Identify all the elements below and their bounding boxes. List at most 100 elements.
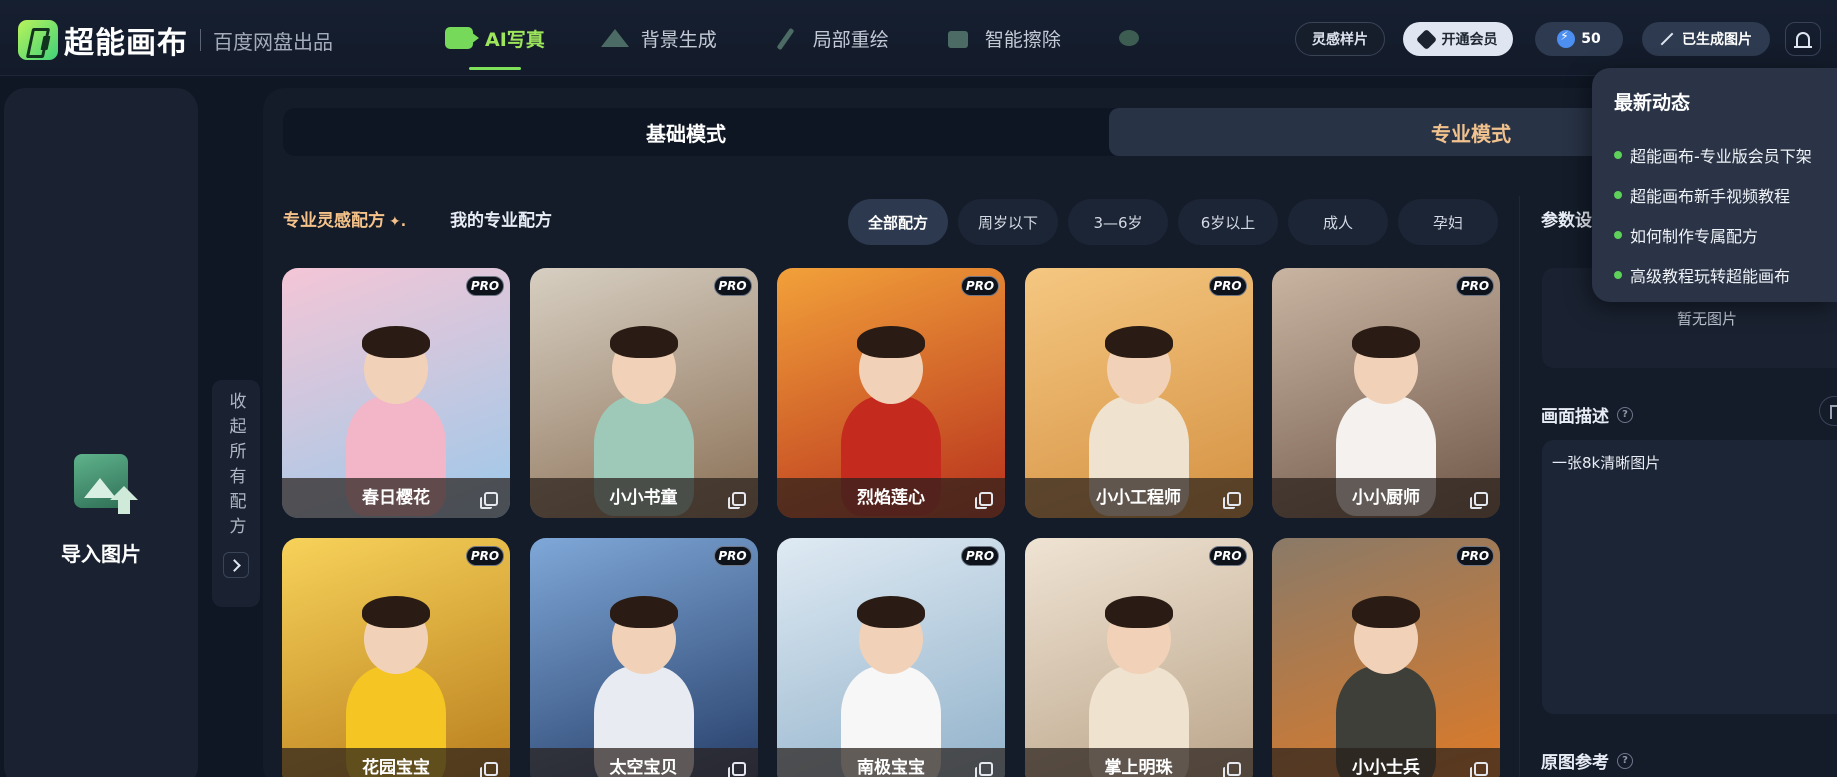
status-dot-icon xyxy=(1614,191,1622,199)
age-filter-group: 全部配方 周岁以下 3—6岁 6岁以上 成人 孕妇 xyxy=(848,199,1508,245)
recipe-card[interactable]: PRO 太空宝贝 xyxy=(529,538,758,777)
description-title: 画面描述 xyxy=(1541,407,1609,427)
status-dot-icon xyxy=(1614,231,1622,239)
figure-hair xyxy=(362,596,430,628)
recipe-card-title: 小小书童 xyxy=(609,488,678,508)
brand-logo[interactable]: 超能画布 百度网盘出品 xyxy=(18,18,333,62)
help-icon[interactable]: ? xyxy=(1617,406,1633,423)
help-icon[interactable]: ? xyxy=(1617,752,1633,769)
description-side-tab[interactable] xyxy=(1819,396,1837,426)
recipe-card-title: 小小士兵 xyxy=(1352,758,1420,777)
news-popover: 最新动态 超能画布-专业版会员下架 超能画布新手视频教程 如何制作专属配方 高级… xyxy=(1592,68,1837,302)
pro-badge: PRO xyxy=(466,546,504,566)
tab-basic-mode[interactable]: 基础模式 xyxy=(283,108,1089,156)
filter-under-one[interactable]: 周岁以下 xyxy=(958,199,1058,245)
magic-wand-icon xyxy=(1660,32,1674,46)
recipe-card[interactable]: PRO 掌上明珠 xyxy=(1024,538,1253,777)
nav-more[interactable] xyxy=(1117,0,1157,76)
news-item[interactable]: 超能画布-专业版会员下架 xyxy=(1614,135,1837,175)
tab-pro-inspiration-recipes-label: 专业灵感配方 xyxy=(283,211,385,231)
recipe-card[interactable]: PRO 小小书童 xyxy=(529,268,758,518)
tab-my-pro-recipes[interactable]: 我的专业配方 xyxy=(450,206,552,231)
pro-badge: PRO xyxy=(713,276,752,296)
figure-hair xyxy=(1104,326,1173,358)
main-nav: AI写真 背景生成 局部重绘 智能擦除 xyxy=(445,0,1213,76)
description-textarea[interactable]: 一张8k清晰图片 8 / xyxy=(1542,440,1837,714)
news-item-label: 超能画布新手视频教程 xyxy=(1630,187,1791,206)
nav-inpaint[interactable]: 局部重绘 xyxy=(773,0,889,76)
copy-icon[interactable] xyxy=(975,762,993,777)
copy-icon[interactable] xyxy=(480,762,498,777)
filter-adult[interactable]: 成人 xyxy=(1288,199,1388,245)
chevron-right-icon[interactable] xyxy=(223,552,249,578)
pro-badge: PRO xyxy=(961,276,999,296)
recipe-card[interactable]: PRO 小小工程师 xyxy=(1024,268,1253,518)
recipe-thumbnail xyxy=(282,538,510,777)
open-vip-button[interactable]: 开通会员 xyxy=(1403,22,1513,56)
recipe-card[interactable]: PRO 小小厨师 xyxy=(1272,268,1500,518)
copy-icon[interactable] xyxy=(975,492,993,509)
recipe-card[interactable]: PRO 小小士兵 xyxy=(1272,538,1500,777)
copy-icon[interactable] xyxy=(1470,492,1488,509)
figure-hair xyxy=(857,596,925,628)
brush-icon xyxy=(773,27,801,49)
original-reference-title: 原图参考 xyxy=(1541,753,1609,773)
collapse-all-recipes-button[interactable]: 收起所有配方 xyxy=(212,380,260,607)
recipe-card[interactable]: PRO 南极宝宝 xyxy=(777,538,1005,777)
points-button[interactable]: 50 xyxy=(1535,22,1623,56)
nav-smart-erase[interactable]: 智能擦除 xyxy=(945,0,1061,76)
description-heading: 画面描述 ? xyxy=(1541,402,1633,427)
brand-name: 超能画布 xyxy=(64,26,188,61)
brand-divider xyxy=(200,29,201,51)
news-item[interactable]: 高级教程玩转超能画布 xyxy=(1614,255,1837,295)
ai-portrait-icon xyxy=(445,27,479,49)
figure-hair xyxy=(609,326,678,358)
recipe-card-title: 小小厨师 xyxy=(1352,488,1420,508)
copy-icon[interactable] xyxy=(727,762,746,777)
recipe-thumbnail xyxy=(1272,538,1500,777)
recipe-card-title: 花园宝宝 xyxy=(362,758,430,777)
import-panel[interactable]: 导入图片 xyxy=(4,88,198,777)
figure-hair xyxy=(1352,326,1420,358)
diamond-icon xyxy=(1415,28,1437,50)
recipe-card[interactable]: PRO 花园宝宝 xyxy=(282,538,510,777)
copy-icon[interactable] xyxy=(480,492,498,509)
news-item[interactable]: 超能画布新手视频教程 xyxy=(1614,175,1837,215)
figure-hair xyxy=(1104,596,1173,628)
pro-badge: PRO xyxy=(1456,276,1494,296)
pro-badge: PRO xyxy=(1208,276,1247,296)
pro-badge: PRO xyxy=(1208,546,1247,566)
nav-smart-erase-label: 智能擦除 xyxy=(984,28,1061,51)
news-title: 最新动态 xyxy=(1614,92,1691,114)
filter-3-6[interactable]: 3—6岁 xyxy=(1068,199,1168,245)
pro-badge: PRO xyxy=(1456,546,1494,566)
eraser-icon xyxy=(945,27,973,49)
recipe-card-title: 太空宝贝 xyxy=(609,758,678,777)
pro-badge: PRO xyxy=(466,276,504,296)
recipe-thumbnail xyxy=(1024,538,1253,777)
recipe-card-title: 南极宝宝 xyxy=(857,758,925,777)
copy-icon[interactable] xyxy=(1222,762,1241,777)
description-text: 一张8k清晰图片 xyxy=(1552,454,1661,472)
upload-arrow-icon xyxy=(110,486,138,516)
copy-icon[interactable] xyxy=(727,492,746,509)
pro-badge: PRO xyxy=(713,546,752,566)
recipe-card[interactable]: PRO 烈焰莲心 xyxy=(777,268,1005,518)
filter-pregnant[interactable]: 孕妇 xyxy=(1398,199,1498,245)
nav-background-generate[interactable]: 背景生成 xyxy=(600,0,717,76)
news-item[interactable]: 如何制作专属配方 xyxy=(1614,215,1837,255)
inspiration-samples-button[interactable]: 灵感样片 xyxy=(1295,22,1385,56)
recipe-card[interactable]: PRO 春日樱花 xyxy=(282,268,510,518)
nav-inpaint-label: 局部重绘 xyxy=(812,28,889,51)
notifications-button[interactable] xyxy=(1785,22,1821,56)
nav-ai-portrait[interactable]: AI写真 xyxy=(445,0,545,76)
params-title: 参数设 xyxy=(1541,211,1592,231)
copy-icon[interactable] xyxy=(1222,492,1241,509)
figure-hair xyxy=(1352,596,1420,628)
tab-pro-inspiration-recipes[interactable]: 专业灵感配方 ✦. xyxy=(283,206,406,231)
filter-all[interactable]: 全部配方 xyxy=(848,199,948,245)
inspiration-samples-label: 灵感样片 xyxy=(1312,32,1368,48)
copy-icon[interactable] xyxy=(1470,762,1488,777)
filter-over-6[interactable]: 6岁以上 xyxy=(1178,199,1278,245)
generated-images-button[interactable]: 已生成图片 xyxy=(1642,22,1770,56)
